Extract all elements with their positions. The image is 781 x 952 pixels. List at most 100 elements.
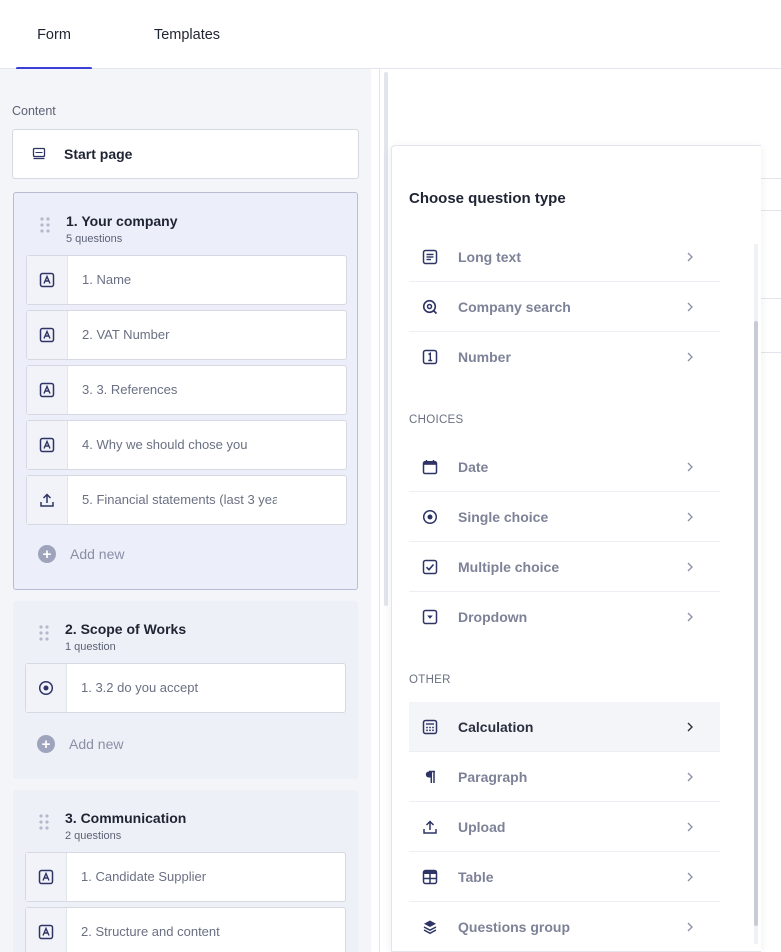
option-label: Upload (458, 818, 506, 835)
layers-icon (421, 918, 439, 936)
chevron-right-icon (680, 302, 700, 312)
section-communication[interactable]: 3. Communication 2 questions 1. Candidat… (13, 790, 358, 952)
option-table[interactable]: Table (409, 852, 720, 902)
monitor-icon (31, 146, 47, 162)
option-questions-group[interactable]: Questions group (409, 902, 720, 951)
option-number[interactable]: Number (409, 332, 720, 382)
section-heading-other: OTHER (409, 674, 451, 686)
chevron-right-icon (680, 772, 700, 782)
question-label: 5. Financial statements (last 3 years) (82, 492, 277, 507)
option-label: Calculation (458, 718, 534, 735)
chevron-right-icon (680, 252, 700, 262)
text-field-icon (27, 256, 68, 304)
question-label: 1. 3.2 do you accept (81, 680, 199, 695)
section-question-count: 2 questions (65, 830, 122, 842)
text-field-icon (26, 853, 67, 901)
option-label: Table (458, 868, 494, 885)
option-label: Dropdown (458, 609, 528, 625)
option-dropdown[interactable]: Dropdown (409, 592, 720, 642)
chevron-right-icon (680, 822, 700, 832)
question-item[interactable]: 1. Candidate Supplier (25, 852, 346, 902)
chevron-right-icon (680, 352, 700, 362)
tab-form[interactable]: Form (16, 0, 92, 70)
add-new-label: Add new (69, 736, 124, 752)
option-label: Multiple choice (458, 558, 560, 575)
question-type-popup: Choose question type Long text Company s… (391, 145, 761, 952)
calendar-icon (421, 458, 439, 476)
start-page-item[interactable]: Start page (12, 129, 359, 179)
top-tab-bar: Form Templates (0, 0, 781, 70)
content-label: Content (12, 104, 56, 118)
chevron-right-icon (680, 512, 700, 522)
option-long-text[interactable]: Long text (409, 232, 720, 282)
option-label: Date (458, 458, 489, 475)
tab-templates[interactable]: Templates (138, 0, 236, 69)
question-label: 3. 3. References (82, 382, 178, 397)
paragraph-icon (421, 768, 439, 786)
background-divider (760, 352, 781, 353)
question-item[interactable]: 3. 3. References (26, 365, 347, 415)
popup-title: Choose question type (409, 190, 566, 207)
option-label: Paragraph (458, 768, 528, 785)
option-paragraph[interactable]: Paragraph (409, 752, 720, 802)
background-divider (760, 178, 781, 179)
option-label: Company search (458, 298, 571, 315)
radio-icon (26, 664, 67, 712)
number-icon (421, 348, 439, 366)
dropdown-icon (421, 608, 439, 626)
chevron-right-icon (680, 922, 700, 932)
section-title: 1. Your company (66, 213, 178, 229)
option-multiple-choice[interactable]: Multiple choice (409, 542, 720, 592)
popup-scrollbar-thumb[interactable] (754, 321, 758, 926)
chevron-right-icon (680, 612, 700, 622)
text-field-icon (26, 908, 67, 952)
question-label: 2. VAT Number (82, 327, 170, 342)
sidebar-scrollbar[interactable] (384, 72, 388, 606)
option-label: Long text (458, 248, 521, 265)
background-divider (760, 298, 781, 299)
section-question-count: 1 question (65, 641, 116, 653)
option-upload[interactable]: Upload (409, 802, 720, 852)
chevron-right-icon (680, 722, 700, 732)
text-field-icon (27, 311, 68, 359)
upload-icon (27, 476, 68, 524)
chevron-right-icon (680, 462, 700, 472)
question-item[interactable]: 2. VAT Number (26, 310, 347, 360)
long-text-icon (421, 248, 439, 266)
add-new-button[interactable]: + Add new (38, 545, 124, 563)
question-label: 1. Candidate Supplier (81, 869, 207, 884)
section-question-count: 5 questions (66, 233, 123, 245)
calculator-icon (421, 718, 439, 736)
section-scope-of-works[interactable]: 2. Scope of Works 1 question 1. 3.2 do y… (13, 601, 358, 779)
question-item[interactable]: 5. Financial statements (last 3 years) (26, 475, 347, 525)
chevron-right-icon (680, 872, 700, 882)
add-new-label: Add new (70, 546, 125, 562)
radio-icon (421, 508, 439, 526)
start-page-label: Start page (64, 146, 133, 162)
question-item[interactable]: 2. Structure and content (25, 907, 346, 952)
section-your-company[interactable]: 1. Your company 5 questions 1. Name 2. V… (13, 192, 358, 590)
checkbox-icon (421, 558, 439, 576)
text-field-icon (27, 366, 68, 414)
option-company-search[interactable]: Company search (409, 282, 720, 332)
panel-divider (379, 69, 380, 952)
question-item[interactable]: 1. 3.2 do you accept (25, 663, 346, 713)
question-item[interactable]: 1. Name (26, 255, 347, 305)
company-search-icon (421, 298, 439, 316)
add-new-button[interactable]: + Add new (37, 735, 123, 753)
plus-icon: + (37, 735, 55, 753)
upload-icon (421, 818, 439, 836)
section-heading-choices: CHOICES (409, 414, 464, 426)
section-title: 3. Communication (65, 810, 187, 826)
question-item[interactable]: 4. Why we should chose you (26, 420, 347, 470)
option-label: Single choice (458, 508, 549, 525)
question-label: 2. Structure and content (81, 924, 220, 939)
option-single-choice[interactable]: Single choice (409, 492, 720, 542)
option-calculation[interactable]: Calculation (409, 702, 720, 752)
option-date[interactable]: Date (409, 442, 720, 492)
chevron-right-icon (680, 562, 700, 572)
drag-handle-icon[interactable] (39, 625, 49, 641)
drag-handle-icon[interactable] (40, 217, 50, 233)
content-sidebar: Content Start page 1. Your company 5 que… (0, 69, 371, 952)
drag-handle-icon[interactable] (39, 814, 49, 830)
